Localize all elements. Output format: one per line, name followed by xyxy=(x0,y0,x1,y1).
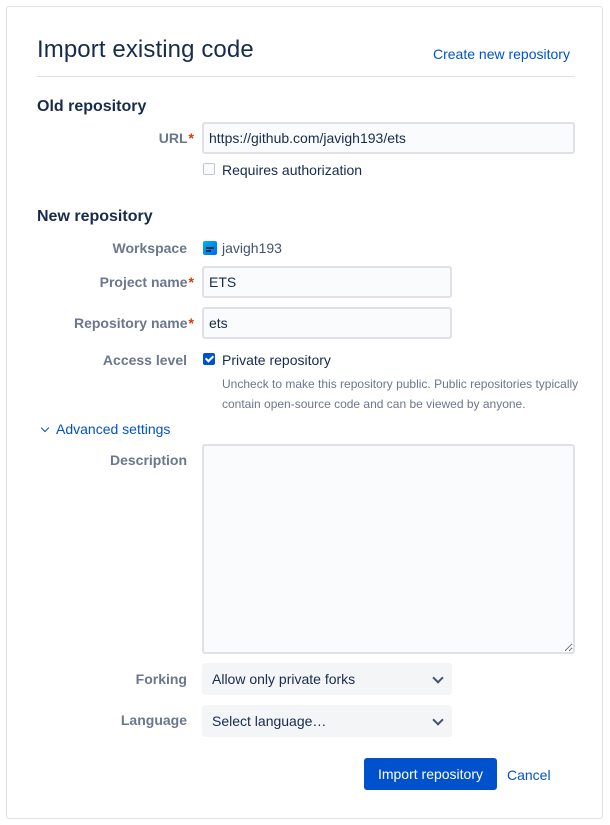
repository-name-input[interactable] xyxy=(202,307,452,339)
forking-select[interactable]: Allow only private forks xyxy=(202,663,452,695)
access-level-label: Access level xyxy=(102,352,187,368)
workspace-value: javigh193 xyxy=(222,240,282,256)
private-repository-checkbox[interactable] xyxy=(203,353,215,365)
language-value: Select language… xyxy=(212,713,327,729)
required-marker: * xyxy=(188,315,194,331)
requires-authorization-label[interactable]: Requires authorization xyxy=(222,162,362,178)
forking-value: Allow only private forks xyxy=(212,671,356,687)
header-divider xyxy=(37,76,575,77)
requires-authorization-checkbox[interactable] xyxy=(203,163,215,175)
repository-name-label: Repository name* xyxy=(73,315,194,331)
old-repository-heading: Old repository xyxy=(37,98,147,115)
create-new-repository-link[interactable]: Create new repository xyxy=(433,46,570,62)
url-input[interactable] xyxy=(202,122,575,154)
description-label: Description xyxy=(109,452,187,468)
language-label: Language xyxy=(120,712,187,728)
required-marker: * xyxy=(188,130,194,146)
description-textarea[interactable] xyxy=(202,444,575,654)
advanced-settings-label: Advanced settings xyxy=(56,421,171,437)
required-marker: * xyxy=(188,274,194,290)
project-name-input[interactable] xyxy=(202,266,452,298)
chevron-down-icon xyxy=(432,714,444,726)
private-repository-help: Uncheck to make this repository public. … xyxy=(222,377,579,411)
new-repository-heading: New repository xyxy=(37,208,153,225)
url-label: URL* xyxy=(158,130,194,146)
project-name-label: Project name* xyxy=(99,274,194,290)
page-title: Import existing code xyxy=(37,36,254,63)
cancel-button[interactable]: Cancel xyxy=(507,767,551,783)
private-repository-label[interactable]: Private repository xyxy=(222,352,331,368)
language-select[interactable]: Select language… xyxy=(202,705,452,737)
workspace-label: Workspace xyxy=(112,240,187,256)
chevron-down-icon xyxy=(432,672,444,684)
workspace-avatar-icon xyxy=(203,241,217,255)
import-repository-button[interactable]: Import repository xyxy=(364,758,497,790)
forking-label: Forking xyxy=(135,671,187,687)
